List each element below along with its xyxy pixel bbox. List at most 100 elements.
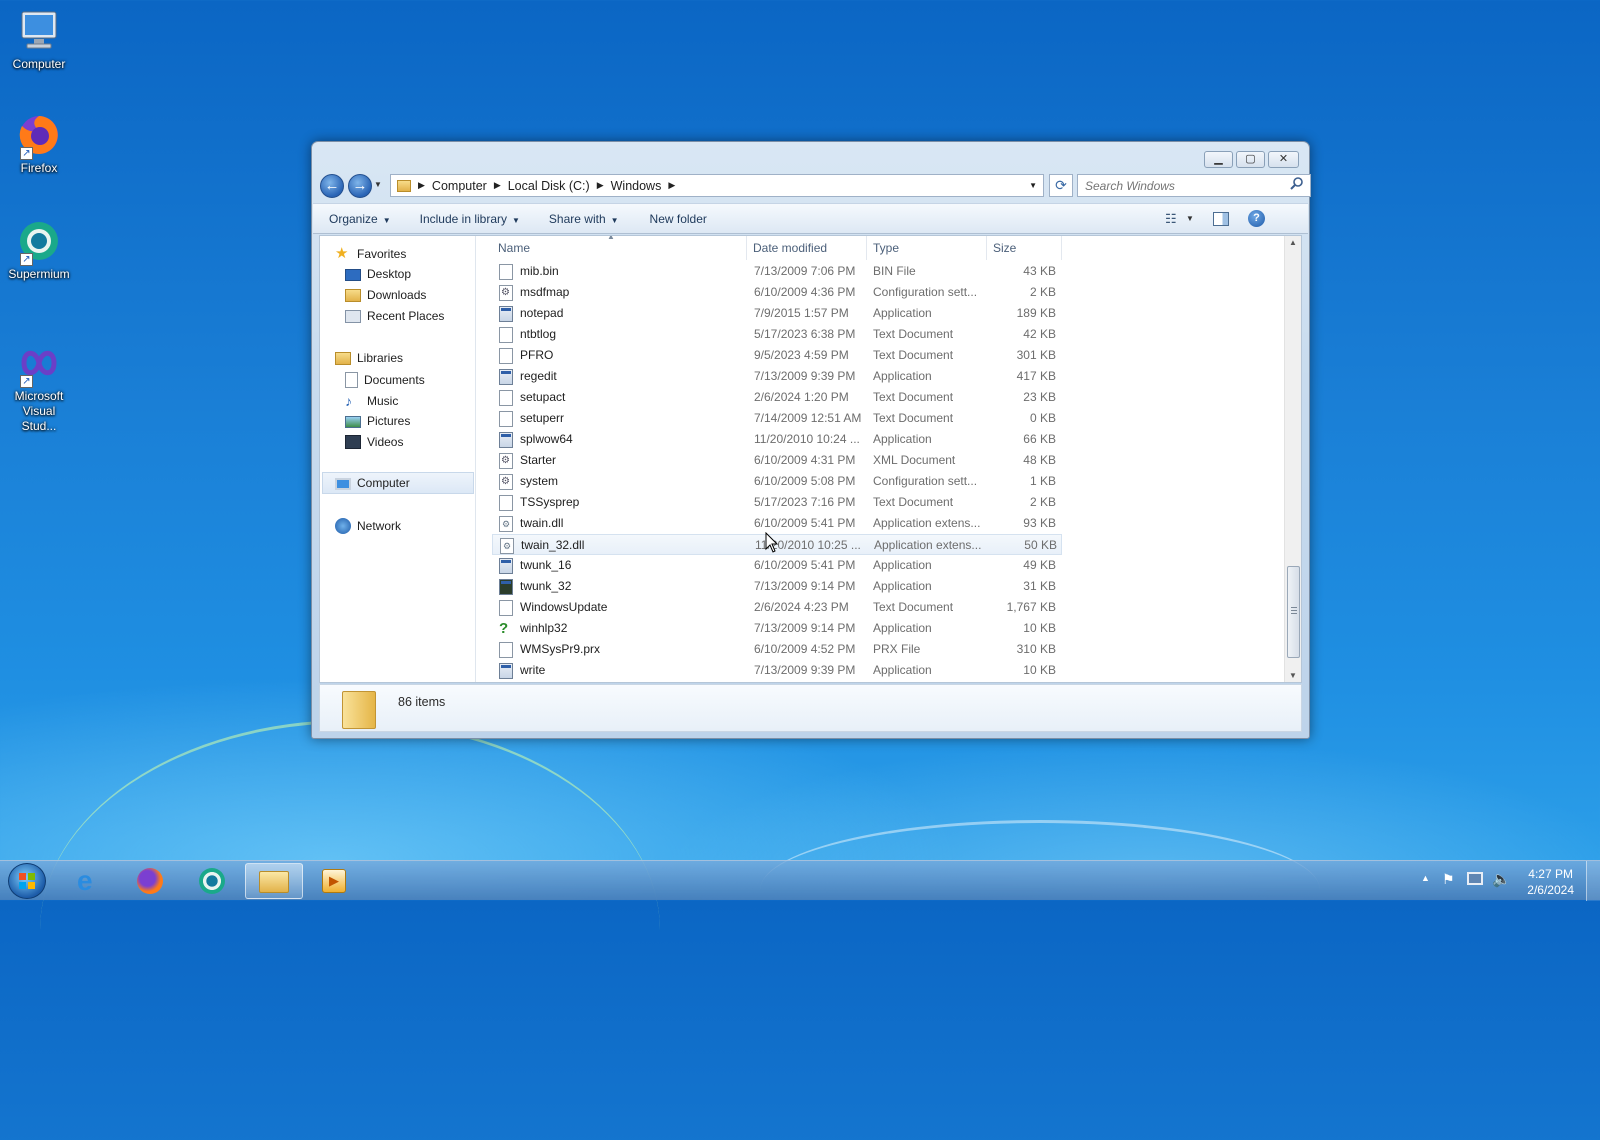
- new-folder-button[interactable]: New folder: [650, 212, 722, 226]
- desktop-icon-computer[interactable]: Computer: [4, 8, 74, 72]
- include-in-library-button[interactable]: Include in library ▼: [420, 212, 535, 226]
- file-row[interactable]: ? winhlp32 7/13/2009 9:14 PM Application 10 …: [492, 618, 1062, 639]
- nav-downloads[interactable]: Downloads: [345, 288, 426, 302]
- volume-muted-icon[interactable]: 🔈: [1492, 870, 1511, 888]
- file-row[interactable]: TSSysprep 5/17/2023 7:16 PM Text Document 2…: [492, 492, 1062, 513]
- column-header-size[interactable]: Size: [987, 236, 1062, 260]
- vertical-scrollbar[interactable]: ▲ ▼: [1284, 236, 1301, 682]
- file-type: Text Document: [873, 390, 954, 404]
- file-name: twain_32.dll: [521, 538, 585, 552]
- file-row[interactable]: Starter 6/10/2009 4:31 PM XML Document 48 K…: [492, 450, 1062, 471]
- breadcrumb-chevron-icon[interactable]: ▶: [597, 180, 604, 191]
- address-dropdown-icon[interactable]: ▼: [1029, 181, 1037, 190]
- file-row[interactable]: PFRO 9/5/2023 4:59 PM Text Document 301 KB: [492, 345, 1062, 366]
- show-desktop-button[interactable]: [1586, 861, 1600, 901]
- file-row[interactable]: twain.dll 6/10/2009 5:41 PM Application ex…: [492, 513, 1062, 534]
- breadcrumb-local-disk[interactable]: Local Disk (C:): [508, 179, 590, 193]
- taskbar-internet-explorer[interactable]: e: [62, 863, 118, 899]
- file-date: 7/13/2009 7:06 PM: [754, 264, 856, 278]
- file-row[interactable]: mib.bin 7/13/2009 7:06 PM BIN File 43 KB: [492, 261, 1062, 282]
- nav-recent-places[interactable]: Recent Places: [345, 309, 444, 323]
- file-name: notepad: [520, 306, 564, 320]
- file-row[interactable]: WindowsUpdate 2/6/2024 4:23 PM Text Docume…: [492, 597, 1062, 618]
- chevron-down-icon[interactable]: ▼: [1186, 214, 1194, 223]
- breadcrumb-chevron-icon[interactable]: ▶: [494, 180, 501, 191]
- forward-button[interactable]: →: [348, 174, 372, 198]
- action-center-flag-icon[interactable]: ⚑: [1442, 871, 1455, 888]
- search-input[interactable]: [1077, 174, 1311, 197]
- taskbar-windows-explorer[interactable]: [245, 863, 303, 899]
- nav-music[interactable]: ♪ Music: [345, 393, 398, 409]
- show-hidden-icons[interactable]: ▲: [1421, 873, 1430, 883]
- minimize-button[interactable]: ▁: [1204, 151, 1233, 168]
- file-type: Application: [873, 558, 932, 572]
- column-header-date[interactable]: Date modified: [747, 236, 867, 260]
- column-header-name[interactable]: Name: [492, 236, 747, 260]
- file-row[interactable]: WMSysPr9.prx 6/10/2009 4:52 PM PRX File 310…: [492, 639, 1062, 660]
- nav-videos[interactable]: Videos: [345, 435, 403, 449]
- nav-network[interactable]: Network: [335, 518, 401, 534]
- file-date: 7/9/2015 1:57 PM: [754, 306, 849, 320]
- file-row[interactable]: ntbtlog 5/17/2023 6:38 PM Text Document 42 …: [492, 324, 1062, 345]
- nav-documents[interactable]: Documents: [345, 372, 425, 388]
- file-row[interactable]: twunk_32 7/13/2009 9:14 PM Application 31 K…: [492, 576, 1062, 597]
- network-tray-icon[interactable]: [1467, 872, 1483, 885]
- desktop-icon-visual-studio[interactable]: ↗ Microsoft Visual Stud...: [4, 340, 74, 434]
- file-name-cell: write: [499, 660, 739, 681]
- file-type: Configuration sett...: [873, 285, 978, 299]
- taskbar-supermium[interactable]: [184, 863, 240, 899]
- file-name-cell: twain.dll: [499, 513, 739, 534]
- file-row[interactable]: regedit 7/13/2009 9:39 PM Application 417 K…: [492, 366, 1062, 387]
- scrollbar-thumb[interactable]: [1287, 566, 1300, 658]
- address-bar[interactable]: ▶ Computer ▶ Local Disk (C:) ▶ Windows ▶…: [390, 174, 1044, 197]
- view-options-icon[interactable]: ☷: [1165, 211, 1177, 227]
- file-name: msdfmap: [520, 285, 570, 299]
- file-date: 2/6/2024 4:23 PM: [754, 600, 849, 614]
- desktop-icon-supermium[interactable]: ↗ Supermium: [4, 218, 74, 282]
- file-row[interactable]: notepad 7/9/2015 1:57 PM Application 189 KB: [492, 303, 1062, 324]
- clock[interactable]: 4:27 PM 2/6/2024: [1527, 866, 1574, 898]
- refresh-icon[interactable]: ⟳: [1049, 174, 1073, 197]
- file-row[interactable]: setupact 2/6/2024 1:20 PM Text Document 23 …: [492, 387, 1062, 408]
- file-row[interactable]: setuperr 7/14/2009 12:51 AM Text Document 0…: [492, 408, 1062, 429]
- file-row[interactable]: twunk_16 6/10/2009 5:41 PM Application 49 K…: [492, 555, 1062, 576]
- desktop-icon-firefox[interactable]: ↗ Firefox: [4, 112, 74, 176]
- windows-logo-icon: [19, 873, 35, 889]
- desktop-icon-label: Computer: [12, 57, 66, 71]
- desktop-icon-label: Firefox: [20, 161, 58, 175]
- maximize-button[interactable]: ▢: [1236, 151, 1265, 168]
- nav-libraries[interactable]: Libraries: [335, 351, 403, 365]
- close-button[interactable]: ✕: [1268, 151, 1299, 168]
- file-row[interactable]: write 7/13/2009 9:39 PM Application 10 KB: [492, 660, 1062, 681]
- scroll-down-arrow-icon[interactable]: ▼: [1289, 671, 1297, 680]
- pictures-icon: [345, 416, 361, 428]
- recent-pages-dropdown-icon[interactable]: ▼: [374, 180, 382, 189]
- back-button[interactable]: ←: [320, 174, 344, 198]
- breadcrumb-windows[interactable]: Windows: [611, 179, 662, 193]
- blank-file-icon: [499, 347, 513, 364]
- file-name: twain.dll: [520, 516, 564, 530]
- taskbar-media-player[interactable]: ▶: [306, 863, 362, 899]
- scroll-up-arrow-icon[interactable]: ▲: [1289, 238, 1297, 247]
- nav-pictures[interactable]: Pictures: [345, 414, 410, 428]
- file-row[interactable]: msdfmap 6/10/2009 4:36 PM Configuration se…: [492, 282, 1062, 303]
- file-date: 11/20/2010 10:24 ...: [754, 432, 860, 446]
- file-date: 6/10/2009 4:36 PM: [754, 285, 856, 299]
- file-row[interactable]: splwow64 11/20/2010 10:24 ... Application 6…: [492, 429, 1062, 450]
- explorer-window: ▁ ▢ ✕ ← → ▼ ▶ Computer ▶ Local Disk (C:)…: [311, 141, 1311, 739]
- share-with-button[interactable]: Share with ▼: [549, 212, 634, 226]
- nav-computer[interactable]: Computer: [322, 472, 474, 494]
- organize-button[interactable]: Organize ▼: [329, 212, 406, 226]
- help-icon[interactable]: ?: [1248, 210, 1265, 227]
- column-header-type[interactable]: Type: [867, 236, 987, 260]
- search-icon[interactable]: [1290, 176, 1306, 194]
- preview-pane-icon[interactable]: [1213, 212, 1229, 226]
- nav-favorites[interactable]: ★ Favorites: [335, 246, 406, 262]
- nav-label: Documents: [364, 373, 425, 387]
- taskbar-firefox[interactable]: [122, 863, 178, 899]
- file-row[interactable]: system 6/10/2009 5:08 PM Configuration set…: [492, 471, 1062, 492]
- breadcrumb-computer[interactable]: Computer: [432, 179, 487, 193]
- breadcrumb-chevron-icon[interactable]: ▶: [668, 180, 675, 191]
- nav-desktop[interactable]: Desktop: [345, 267, 411, 281]
- start-button[interactable]: [8, 863, 46, 899]
